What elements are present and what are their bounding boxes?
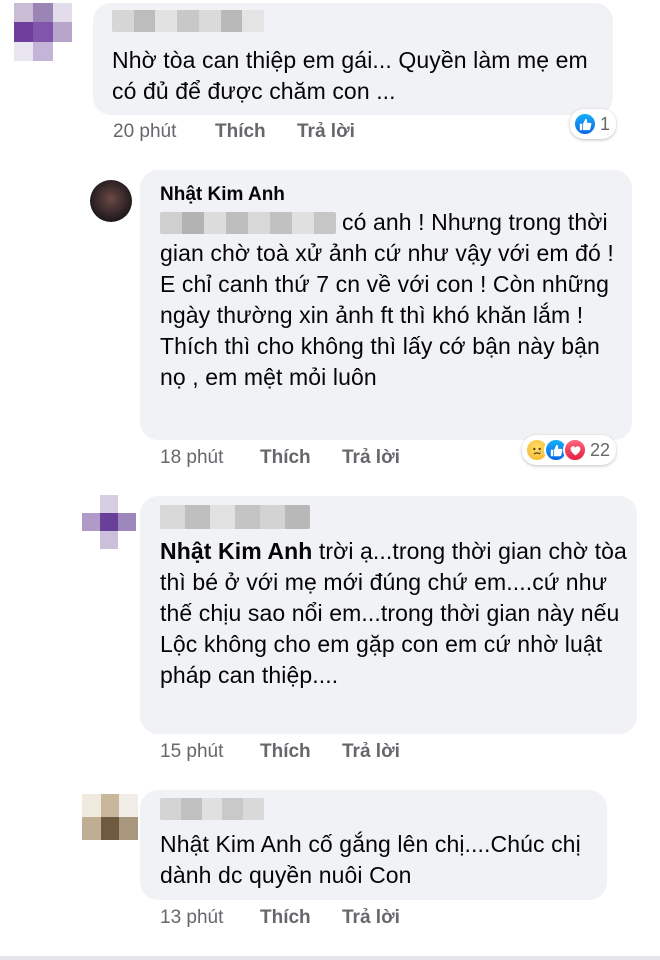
blurred-author-name-3	[160, 505, 310, 529]
reaction-summary-2[interactable]: 22	[522, 435, 617, 465]
blurred-author-name-4	[160, 798, 264, 820]
comment-actions-4: 13 phút Thích Trả lời	[160, 907, 400, 929]
like-icon	[573, 112, 597, 136]
blurred-author-name-1	[112, 10, 264, 32]
reaction-count-2: 22	[590, 439, 611, 460]
avatar-commenter-4[interactable]	[82, 794, 138, 840]
divider	[0, 956, 660, 960]
reaction-count-1: 1	[600, 113, 611, 134]
avatar-commenter-1[interactable]	[14, 3, 72, 61]
reply-button-3[interactable]: Trả lời	[342, 741, 400, 763]
love-icon	[563, 438, 587, 462]
mention-link-3[interactable]: Nhật Kim Anh	[160, 538, 312, 564]
comment-actions-3: 15 phút Thích Trả lời	[160, 741, 400, 763]
comment-text-2: có anh ! Nhưng trong thời gian chờ toà x…	[160, 209, 614, 390]
reply-button-2[interactable]: Trả lời	[342, 447, 400, 469]
like-button-3[interactable]: Thích	[260, 741, 342, 763]
like-button-1[interactable]: Thích	[215, 121, 297, 143]
comment-time-2[interactable]: 18 phút	[160, 447, 260, 469]
like-button-2[interactable]: Thích	[260, 447, 342, 469]
reply-button-4[interactable]: Trả lời	[342, 907, 400, 929]
reaction-summary-1[interactable]: 1	[570, 109, 617, 139]
comment-actions-1: 20 phút Thích Trả lời	[113, 121, 355, 143]
comment-text-1: Nhờ tòa can thiệp em gái... Quyền làm mẹ…	[112, 47, 588, 104]
like-button-4[interactable]: Thích	[260, 907, 342, 929]
comment-author-2[interactable]: Nhật Kim Anh	[160, 184, 285, 206]
avatar-nhat-kim-anh[interactable]	[90, 180, 132, 222]
comment-text-3: Nhật Kim Anh trời ạ...trong thời gian ch…	[160, 538, 627, 688]
comment-actions-2: 18 phút Thích Trả lời	[160, 447, 400, 469]
comment-time-1[interactable]: 20 phút	[113, 121, 215, 143]
avatar-commenter-3[interactable]	[82, 495, 136, 549]
comment-text-4: Nhật Kim Anh cố gắng lên chị....Chúc chị…	[160, 831, 581, 888]
comment-time-3[interactable]: 15 phút	[160, 741, 260, 763]
comment-time-4[interactable]: 13 phút	[160, 907, 260, 929]
reply-button-1[interactable]: Trả lời	[297, 121, 355, 143]
